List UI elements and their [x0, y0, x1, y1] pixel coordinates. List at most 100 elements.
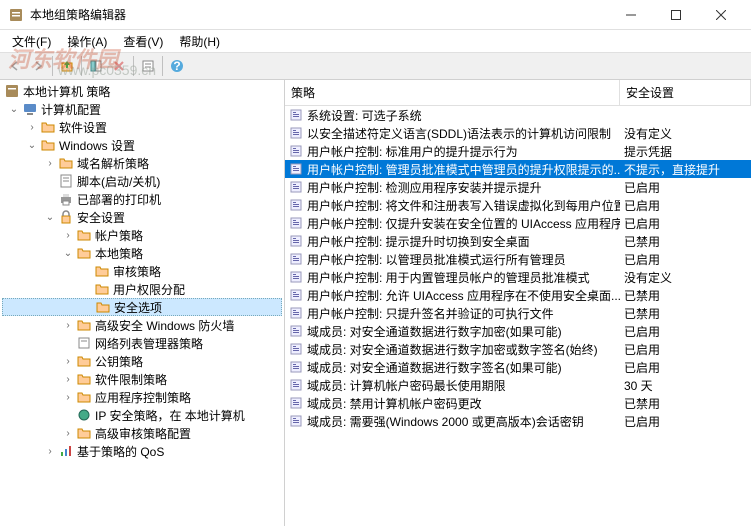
- menu-help[interactable]: 帮助(H): [171, 31, 228, 52]
- tree-appctl[interactable]: › 应用程序控制策略: [2, 388, 282, 406]
- tree-label: 域名解析策略: [77, 155, 149, 172]
- policy-row[interactable]: 域成员: 需要强(Windows 2000 或更高版本)会话密钥已启用: [285, 412, 751, 430]
- policy-row[interactable]: 用户帐户控制: 标准用户的提升提示行为提示凭据: [285, 142, 751, 160]
- tree-restrict[interactable]: › 软件限制策略: [2, 370, 282, 388]
- tree-windows[interactable]: ⌄ Windows 设置: [2, 136, 282, 154]
- policy-row[interactable]: 用户帐户控制: 只提升签名并验证的可执行文件已禁用: [285, 304, 751, 322]
- policy-row[interactable]: 用户帐户控制: 以管理员批准模式运行所有管理员 已启用: [285, 250, 751, 268]
- tree-printer[interactable]: 已部署的打印机: [2, 190, 282, 208]
- tree-netlist[interactable]: 网络列表管理器策略: [2, 334, 282, 352]
- window-title: 本地组策略编辑器: [30, 6, 608, 23]
- menu-file[interactable]: 文件(F): [4, 31, 59, 52]
- tree-audit[interactable]: 审核策略: [2, 262, 282, 280]
- tree-label: 应用程序控制策略: [95, 389, 191, 406]
- policy-icon: [289, 414, 303, 428]
- delete-button[interactable]: [108, 55, 130, 77]
- tree-label: 安全设置: [77, 209, 125, 226]
- menu-action[interactable]: 操作(A): [59, 31, 115, 52]
- collapse-icon[interactable]: ⌄: [60, 245, 76, 261]
- expand-icon[interactable]: ›: [60, 425, 76, 441]
- tree-security[interactable]: ⌄ 安全设置: [2, 208, 282, 226]
- policy-icon: [289, 306, 303, 320]
- policy-name: 域成员: 需要强(Windows 2000 或更高版本)会话密钥: [307, 413, 584, 430]
- tree-pubkey[interactable]: › 公钥策略: [2, 352, 282, 370]
- policy-row[interactable]: 系统设置: 可选子系统: [285, 106, 751, 124]
- expand-icon[interactable]: ›: [60, 317, 76, 333]
- tree-advaudit[interactable]: › 高级审核策略配置: [2, 424, 282, 442]
- policy-row[interactable]: 用户帐户控制: 检测应用程序安装并提示提升已启用: [285, 178, 751, 196]
- policy-row[interactable]: 用户帐户控制: 将文件和注册表写入错误虚拟化到每用户位置已启用: [285, 196, 751, 214]
- policy-row[interactable]: 域成员: 禁用计算机帐户密码更改已禁用: [285, 394, 751, 412]
- expand-icon[interactable]: ›: [60, 227, 76, 243]
- policy-name: 用户帐户控制: 标准用户的提升提示行为: [307, 143, 518, 160]
- policy-name: 用户帐户控制: 只提升签名并验证的可执行文件: [307, 305, 554, 322]
- expand-icon[interactable]: ›: [60, 353, 76, 369]
- tree-label: 用户权限分配: [113, 281, 185, 298]
- help-button[interactable]: ?: [166, 55, 188, 77]
- policy-row[interactable]: 域成员: 对安全通道数据进行数字加密(如果可能)已启用: [285, 322, 751, 340]
- expand-icon[interactable]: ›: [60, 389, 76, 405]
- policy-row[interactable]: 用户帐户控制: 允许 UIAccess 应用程序在不使用安全桌面...已禁用: [285, 286, 751, 304]
- expand-icon[interactable]: ›: [42, 443, 58, 459]
- menu-view[interactable]: 查看(V): [115, 31, 171, 52]
- expand-icon[interactable]: ›: [24, 119, 40, 135]
- policy-row[interactable]: 域成员: 对安全通道数据进行数字加密或数字签名(始终)已启用: [285, 340, 751, 358]
- tree-ipsec[interactable]: IP 安全策略，在 本地计算机: [2, 406, 282, 424]
- tree-dns[interactable]: › 域名解析策略: [2, 154, 282, 172]
- tree-account[interactable]: › 帐户策略: [2, 226, 282, 244]
- tree-computer-config[interactable]: ⌄ 计算机配置: [2, 100, 282, 118]
- policy-row[interactable]: 用户帐户控制: 管理员批准模式中管理员的提升权限提示的...不提示，直接提升: [285, 160, 751, 178]
- policy-row[interactable]: 以安全描述符定义语言(SDDL)语法表示的计算机访问限制没有定义: [285, 124, 751, 142]
- policy-icon: [289, 288, 303, 302]
- tree-software[interactable]: › 软件设置: [2, 118, 282, 136]
- tree-root[interactable]: 本地计算机 策略: [2, 82, 282, 100]
- minimize-button[interactable]: [608, 1, 653, 29]
- tree-label: 帐户策略: [95, 227, 143, 244]
- tree-label: 高级安全 Windows 防火墙: [95, 317, 234, 334]
- policy-value: 已启用: [620, 359, 751, 376]
- tree-local[interactable]: ⌄ 本地策略: [2, 244, 282, 262]
- tree-panel[interactable]: 本地计算机 策略 ⌄ 计算机配置 › 软件设置 ⌄ Windows 设置 › 域…: [0, 80, 285, 526]
- policy-icon: [289, 108, 303, 122]
- show-hide-tree-button[interactable]: [85, 55, 107, 77]
- policy-value: 已禁用: [620, 233, 751, 250]
- policy-name: 用户帐户控制: 管理员批准模式中管理员的提升权限提示的...: [307, 161, 620, 178]
- policy-icon: [289, 126, 303, 140]
- list-panel[interactable]: 策略 安全设置 系统设置: 可选子系统以安全描述符定义语言(SDDL)语法表示的…: [285, 80, 751, 526]
- policy-row[interactable]: 域成员: 对安全通道数据进行数字签名(如果可能)已启用: [285, 358, 751, 376]
- forward-button[interactable]: [27, 55, 49, 77]
- tree-script[interactable]: 脚本(启动/关机): [2, 172, 282, 190]
- tree-qos[interactable]: › 基于策略的 QoS: [2, 442, 282, 460]
- properties-button[interactable]: [137, 55, 159, 77]
- policy-value: 已启用: [620, 251, 751, 268]
- maximize-button[interactable]: [653, 1, 698, 29]
- close-button[interactable]: [698, 1, 743, 29]
- column-setting[interactable]: 安全设置: [620, 80, 751, 105]
- tree-security-options[interactable]: 安全选项: [2, 298, 282, 316]
- collapse-icon[interactable]: ⌄: [6, 101, 22, 117]
- up-button[interactable]: [56, 55, 78, 77]
- expand-icon[interactable]: ›: [42, 155, 58, 171]
- policy-name: 用户帐户控制: 允许 UIAccess 应用程序在不使用安全桌面...: [307, 287, 620, 304]
- policy-name: 用户帐户控制: 以管理员批准模式运行所有管理员: [307, 251, 566, 268]
- tree-rights[interactable]: 用户权限分配: [2, 280, 282, 298]
- policy-name: 用户帐户控制: 用于内置管理员帐户的管理员批准模式: [307, 269, 590, 286]
- policy-row[interactable]: 用户帐户控制: 提示提升时切换到安全桌面已禁用: [285, 232, 751, 250]
- policy-value: 没有定义: [620, 269, 751, 286]
- policy-value: 不提示，直接提升: [620, 161, 751, 178]
- policy-row[interactable]: 用户帐户控制: 仅提升安装在安全位置的 UIAccess 应用程序已启用: [285, 214, 751, 232]
- tree-firewall[interactable]: › 高级安全 Windows 防火墙: [2, 316, 282, 334]
- back-button[interactable]: [4, 55, 26, 77]
- column-policy[interactable]: 策略: [285, 80, 620, 105]
- collapse-icon[interactable]: ⌄: [42, 209, 58, 225]
- tree-label: 网络列表管理器策略: [95, 335, 203, 352]
- expand-icon[interactable]: ›: [60, 371, 76, 387]
- policy-icon: [289, 378, 303, 392]
- collapse-icon[interactable]: ⌄: [24, 137, 40, 153]
- policy-icon: [289, 162, 303, 176]
- tree-label: IP 安全策略，在 本地计算机: [95, 407, 245, 424]
- policy-row[interactable]: 用户帐户控制: 用于内置管理员帐户的管理员批准模式 没有定义: [285, 268, 751, 286]
- policy-icon: [289, 270, 303, 284]
- policy-icon: [289, 144, 303, 158]
- policy-row[interactable]: 域成员: 计算机帐户密码最长使用期限30 天: [285, 376, 751, 394]
